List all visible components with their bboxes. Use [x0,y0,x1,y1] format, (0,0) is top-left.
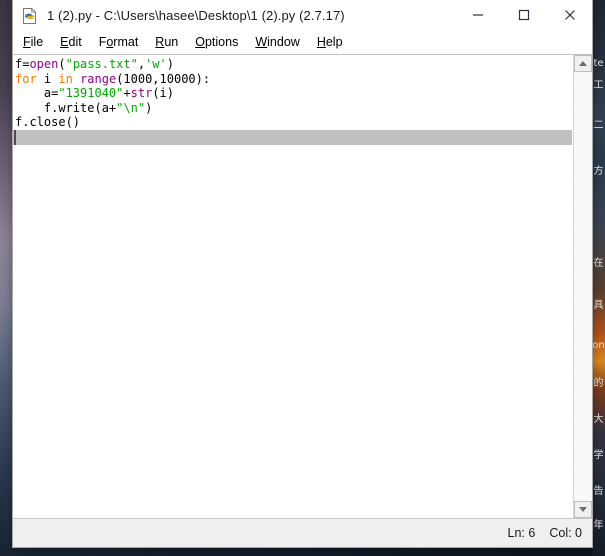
code-token-plain: f.close() [15,115,81,129]
code-token-keyword: in [58,71,73,86]
code-token-plain: ) [166,57,174,71]
scroll-down-arrow-icon [579,507,587,512]
bg-text-fragment: 学 [593,450,604,461]
menu-item-window[interactable]: Window [255,35,299,49]
code-token-plain: ( [58,57,66,71]
code-token-plain: ) [145,100,153,115]
scroll-up-button[interactable] [574,55,592,72]
bg-text-fragment: on [592,340,605,351]
status-bar: Ln: 6 Col: 0 [13,518,592,547]
bg-text-fragment: 年 [593,520,604,531]
scroll-down-button[interactable] [574,501,592,518]
bg-text-fragment: 二 [593,120,604,131]
line-indicator: Ln: 6 [507,526,536,540]
maximize-button[interactable] [501,0,546,30]
title-bar[interactable]: 1 (2).py - C:\Users\hasee\Desktop\1 (2).… [13,0,592,31]
menu-item-options[interactable]: Options [195,35,238,49]
code-text-area[interactable]: f=open("pass.txt",'w') for i in range(100… [13,55,573,518]
scroll-up-arrow-icon [579,61,587,66]
code-token-string: "\n" [116,100,146,115]
close-button[interactable] [547,0,592,30]
desktop-screen: te 工 二 方 在 具 on 的 大 学 告 年 1 (2).py - C:\… [0,0,605,556]
bg-text-fragment: 的 [593,378,604,389]
bg-text-fragment: 在 [593,258,604,269]
code-token-builtin: open [29,57,59,71]
code-line[interactable]: a="1391040"+str(i) [13,86,573,101]
background-window-fragment[interactable]: te 工 二 方 在 具 on 的 大 学 告 年 [592,0,605,556]
scrollbar-track[interactable] [574,72,592,501]
bg-text-fragment: 具 [593,300,604,311]
code-token-plain: f.write(a+ [15,100,117,115]
code-token-plain: + [123,86,131,100]
code-line[interactable]: for i in range(1000,10000): [13,72,573,87]
menu-item-run[interactable]: Run [155,35,178,49]
code-token-builtin: str [130,86,153,100]
menu-item-format[interactable]: Format [99,35,139,49]
python-idle-file-icon [21,7,39,25]
close-icon [564,10,575,20]
menu-item-edit[interactable]: Edit [60,35,82,49]
menu-item-file[interactable]: File [23,35,43,49]
bg-text-fragment: 告 [593,486,604,497]
bg-text-fragment: te [593,58,604,69]
selected-empty-line[interactable] [13,129,572,145]
text-caret [14,129,16,145]
menu-bar: File Edit Format Run Options Window Help [13,31,592,54]
code-token-string: "1391040" [58,86,124,100]
maximize-icon [518,9,529,21]
code-line[interactable]: f.write(a+"\n") [13,101,573,116]
vertical-scrollbar[interactable] [573,55,592,518]
column-indicator: Col: 0 [549,526,582,540]
code-token-plain: (1000,10000): [116,71,211,86]
code-line[interactable]: f=open("pass.txt",'w') [13,57,573,72]
bg-text-fragment: 方 [593,166,604,177]
code-token-plain: a= [15,86,59,100]
window-title: 1 (2).py - C:\Users\hasee\Desktop\1 (2).… [47,8,345,23]
code-line[interactable]: f.close() [13,115,573,130]
code-token-plain: , [137,57,146,71]
minimize-button[interactable] [455,0,500,30]
code-token-plain: f= [15,57,30,71]
code-token-keyword: for [15,71,37,86]
minimize-icon [472,14,483,16]
bg-text-fragment: 工 [593,80,604,91]
code-token-plain: (i) [152,86,174,100]
code-token-string: "pass.txt" [65,57,138,71]
editor-region: f=open("pass.txt",'w') for i in range(100… [13,54,592,518]
code-token-builtin: range [80,71,117,86]
bg-text-fragment: 大 [593,414,604,425]
menu-item-help[interactable]: Help [317,35,343,49]
idle-editor-window: 1 (2).py - C:\Users\hasee\Desktop\1 (2).… [12,0,593,548]
code-token-string: 'w' [145,57,167,71]
code-token-plain: i [36,71,59,86]
